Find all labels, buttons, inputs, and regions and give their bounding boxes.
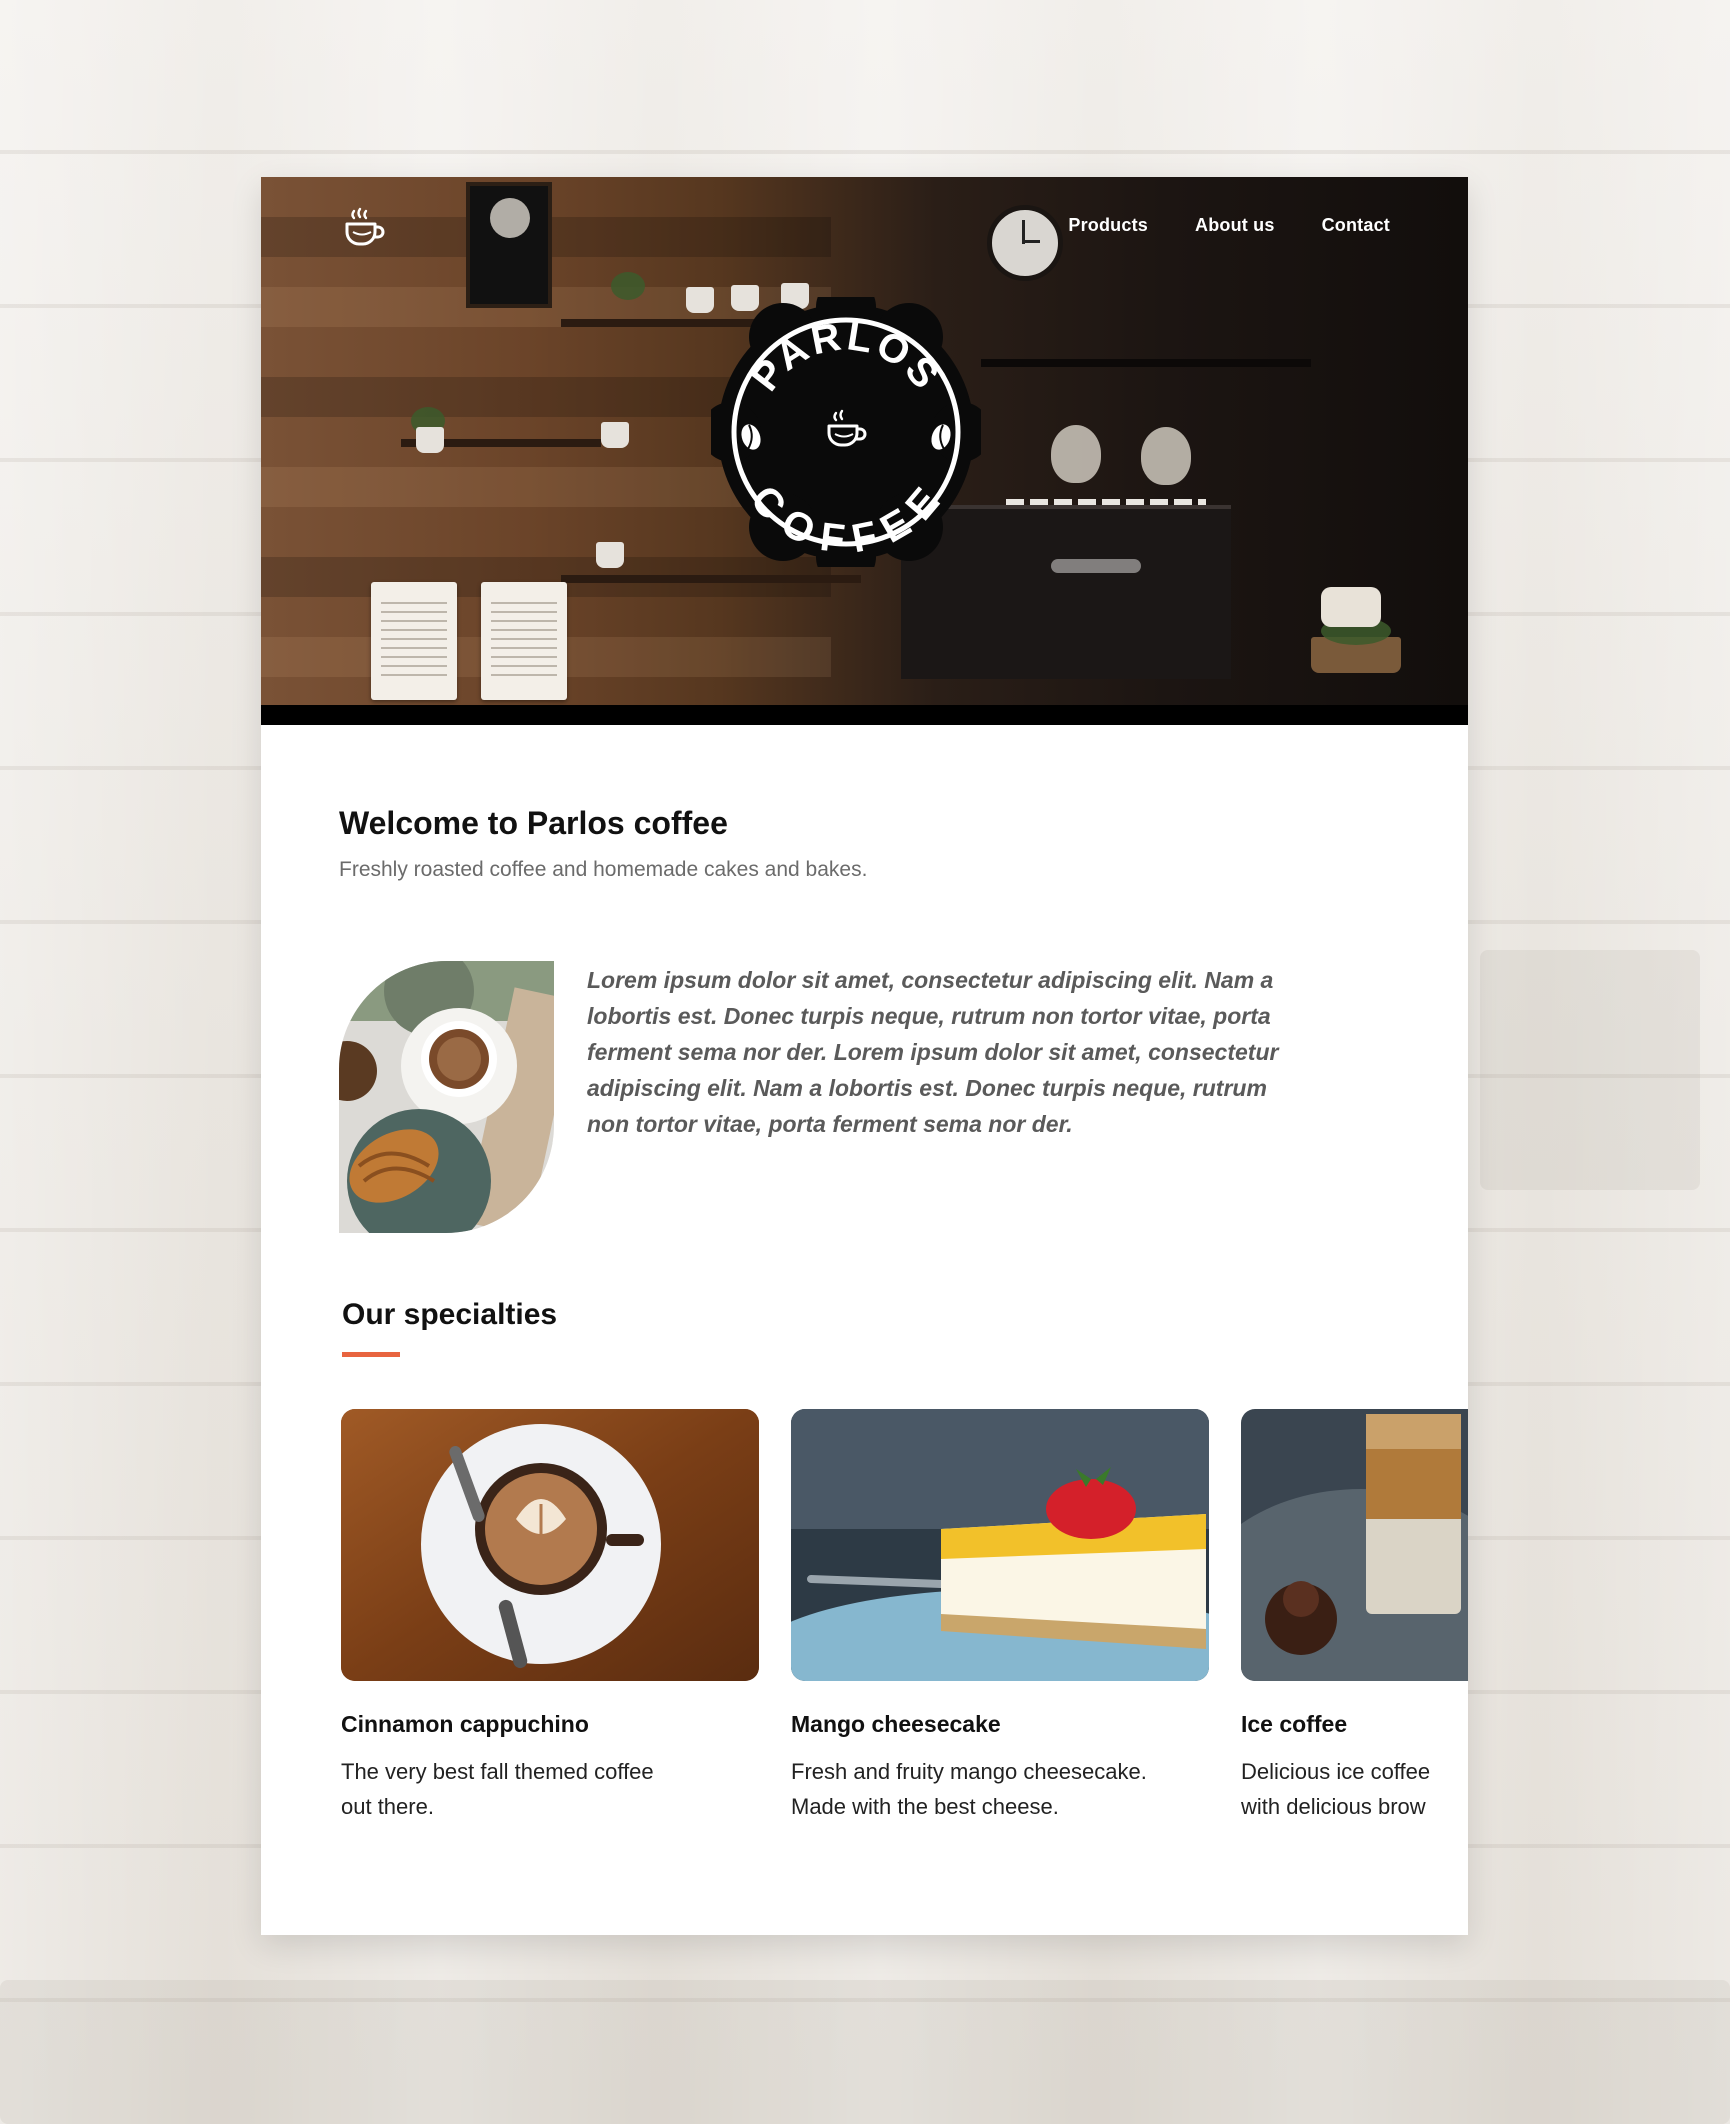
specialties-underline (342, 1352, 400, 1357)
specialty-name: Mango cheesecake (791, 1711, 1001, 1737)
menu-clipboard (371, 582, 457, 700)
intro-coffee-photo (339, 961, 554, 1233)
specialty-card[interactable]: Cinnamon cappuchino The very best fall t… (341, 1409, 759, 1824)
specialty-description: Delicious ice coffee with delicious brow (1241, 1759, 1431, 1819)
specialty-description: Fresh and fruity mango cheesecake. Made … (791, 1759, 1147, 1819)
specialty-name: Ice coffee (1241, 1711, 1348, 1737)
jar (686, 287, 714, 313)
nav-products-link[interactable]: Products (1068, 215, 1148, 236)
intro-paragraph: Lorem ipsum dolor sit amet, consectetur … (587, 967, 1279, 1137)
parlos-coffee-logo: PARLOS COFFEE (711, 297, 981, 567)
leaf-decor (1141, 427, 1191, 485)
plant (611, 272, 645, 300)
specialty-card[interactable]: Ice coffee Delicious ice coffee with del… (1241, 1409, 1468, 1824)
specialty-description: The very best fall themed coffee out the… (341, 1759, 654, 1819)
ice-coffee-image (1241, 1409, 1468, 1681)
wall-picture (466, 182, 552, 308)
main-nav: Products About us Contact (1068, 215, 1390, 236)
shelf (561, 575, 861, 583)
plant-pot (416, 427, 444, 453)
cappuccino-croissant-image (339, 961, 554, 1233)
shelf (981, 359, 1311, 367)
background-sign (1480, 950, 1700, 1190)
wall-clock (987, 205, 1063, 281)
vase (596, 542, 624, 568)
welcome-subtitle: Freshly roasted coffee and homemade cake… (339, 858, 868, 881)
menu-clipboard (481, 582, 567, 700)
nav-contact-link[interactable]: Contact (1322, 215, 1390, 236)
specialty-card[interactable]: Mango cheesecake Fresh and fruity mango … (791, 1409, 1209, 1824)
cappuccino-image (341, 1409, 759, 1681)
cheesecake-image (791, 1409, 1209, 1681)
latte-art-decor (1051, 425, 1101, 483)
hero-banner: Products About us Contact PARLOS COFFEE (261, 177, 1468, 725)
elephant-figurine (1321, 587, 1381, 627)
nav-about-link[interactable]: About us (1195, 215, 1275, 236)
hero-bottom-bar (261, 705, 1468, 725)
coffee-cup-icon[interactable] (341, 205, 387, 251)
vase (601, 422, 629, 448)
background-floor (0, 1980, 1730, 2124)
welcome-title: Welcome to Parlos coffee (339, 805, 728, 841)
specialties-title: Our specialties (342, 1298, 558, 1331)
specialty-name: Cinnamon cappuchino (341, 1711, 589, 1737)
website-card: Products About us Contact PARLOS COFFEE (261, 177, 1468, 1935)
